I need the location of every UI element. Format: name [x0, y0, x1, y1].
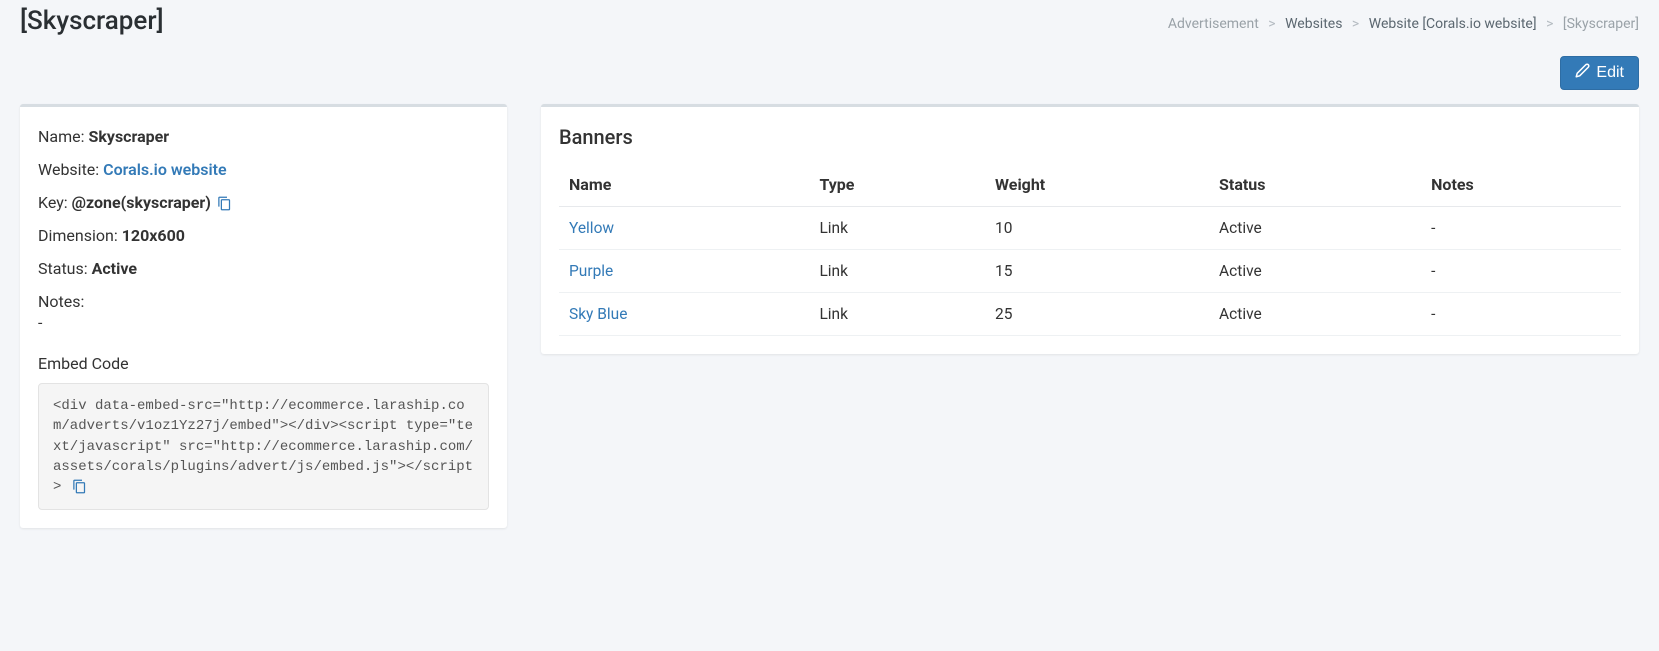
- banner-name-link[interactable]: Purple: [569, 262, 613, 280]
- banners-card: Banners Name Type Weight Status Notes Ye…: [541, 104, 1639, 354]
- copy-icon[interactable]: [72, 479, 87, 494]
- chevron-right-icon: >: [1540, 16, 1559, 32]
- website-link[interactable]: Corals.io website: [103, 160, 227, 179]
- name-label: Name:: [38, 127, 85, 146]
- key-label: Key:: [38, 193, 68, 212]
- banner-notes: -: [1421, 207, 1621, 250]
- col-name: Name: [559, 163, 809, 207]
- table-row: Purple Link15Active-: [559, 250, 1621, 293]
- banner-type: Link: [809, 207, 985, 250]
- banner-weight: 25: [985, 293, 1209, 336]
- banner-notes: -: [1421, 293, 1621, 336]
- col-type: Type: [809, 163, 985, 207]
- table-row: Sky Blue Link25Active-: [559, 293, 1621, 336]
- banner-weight: 10: [985, 207, 1209, 250]
- banners-title: Banners: [559, 125, 1621, 149]
- dimension-label: Dimension:: [38, 226, 118, 245]
- chevron-right-icon: >: [1262, 16, 1281, 32]
- breadcrumb-item-websites[interactable]: Websites: [1285, 16, 1342, 32]
- notes-label: Notes:: [38, 292, 84, 311]
- banner-type: Link: [809, 293, 985, 336]
- banner-type: Link: [809, 250, 985, 293]
- banner-name-link[interactable]: Yellow: [569, 219, 614, 237]
- page-title: [Skyscraper]: [20, 6, 164, 36]
- banner-weight: 15: [985, 250, 1209, 293]
- embed-code-well: <div data-embed-src="http://ecommerce.la…: [38, 383, 489, 510]
- banner-name-link[interactable]: Sky Blue: [569, 305, 627, 323]
- table-row: Yellow Link10Active-: [559, 207, 1621, 250]
- chevron-right-icon: >: [1346, 16, 1365, 32]
- banner-notes: -: [1421, 250, 1621, 293]
- embed-code-value: <div data-embed-src="http://ecommerce.la…: [53, 398, 473, 495]
- breadcrumb: Advertisement > Websites > Website [Cora…: [1168, 6, 1639, 32]
- dimension-value: 120x600: [122, 226, 185, 245]
- website-label: Website:: [38, 160, 99, 179]
- banner-status: Active: [1209, 207, 1421, 250]
- notes-value: -: [38, 313, 42, 332]
- edit-button-label: Edit: [1596, 64, 1624, 82]
- banner-status: Active: [1209, 250, 1421, 293]
- embed-code-label: Embed Code: [38, 354, 129, 373]
- edit-button[interactable]: Edit: [1560, 56, 1639, 90]
- name-value: Skyscraper: [88, 127, 169, 146]
- details-card: Name: Skyscraper Website: Corals.io webs…: [20, 104, 507, 528]
- key-value: @zone(skyscraper): [72, 193, 211, 212]
- breadcrumb-item-advertisement: Advertisement: [1168, 16, 1259, 32]
- banners-table: Name Type Weight Status Notes Yellow Link…: [559, 163, 1621, 336]
- breadcrumb-item-current: [Skyscraper]: [1563, 16, 1639, 32]
- col-notes: Notes: [1421, 163, 1621, 207]
- col-weight: Weight: [985, 163, 1209, 207]
- banner-status: Active: [1209, 293, 1421, 336]
- status-label: Status:: [38, 259, 88, 278]
- pencil-icon: [1575, 63, 1590, 83]
- copy-icon[interactable]: [217, 196, 232, 211]
- status-value: Active: [92, 259, 137, 278]
- col-status: Status: [1209, 163, 1421, 207]
- breadcrumb-item-website[interactable]: Website [Corals.io website]: [1369, 16, 1537, 32]
